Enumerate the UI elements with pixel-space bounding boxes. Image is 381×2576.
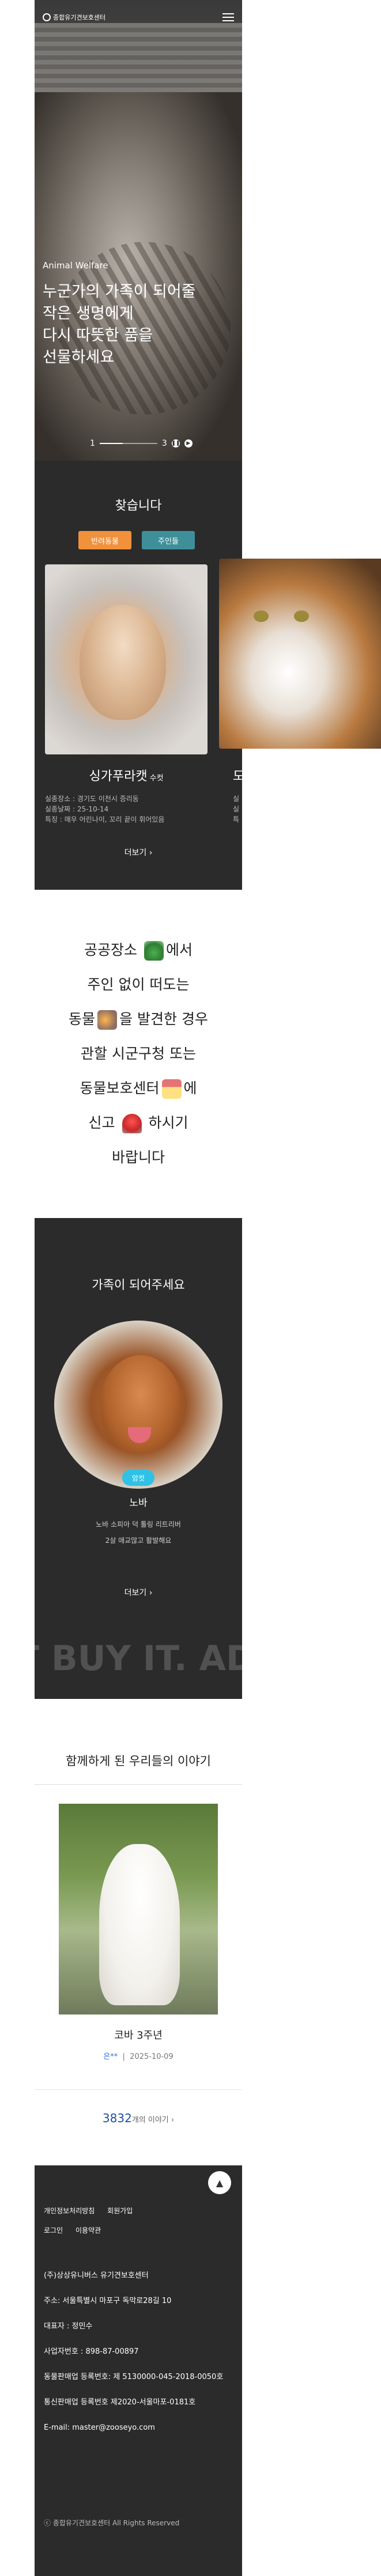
- adopt-desc-line: 2살 애교많고 활발해요: [105, 1537, 172, 1545]
- pause-icon[interactable]: ❚❚: [171, 439, 180, 447]
- story-meta: 은** | 2025-10-09: [35, 2050, 242, 2061]
- notice-text-part: 공공장소: [84, 942, 138, 958]
- notice-text-part: 동물: [69, 1011, 96, 1027]
- story-count-link[interactable]: 3832개의 이야기 ›: [35, 2111, 242, 2125]
- shelter-icon: [161, 1079, 182, 1099]
- cat-eye: [294, 610, 309, 622]
- lost-pet-info: 실종장소 : 경기도 이천시 증리동 실종날짜 : 25-10-14 특징 : …: [45, 794, 208, 825]
- adopt-watermark: T BUY IT. ADO: [35, 1638, 242, 1679]
- lost-pet-name: 싱가푸라캣 수컷: [45, 766, 208, 784]
- lost-pet-photo-next[interactable]: [219, 559, 381, 749]
- pager-current: 1: [90, 439, 95, 448]
- notice-text-part: 하시기: [148, 1114, 188, 1131]
- divider: [35, 2089, 242, 2090]
- lost-pet-info-next: 실 실 특: [233, 794, 244, 825]
- story-date: 2025-10-09: [130, 2053, 173, 2061]
- hamburger-icon[interactable]: [222, 13, 234, 21]
- find-more-link[interactable]: 더보기 ›: [35, 847, 242, 858]
- pager-progress: [99, 443, 157, 444]
- lost-feature: 특징 : 매우 어린나이, 꼬리 끝이 휘어있음: [45, 815, 165, 824]
- lost-pet-name-next: 도: [233, 769, 245, 784]
- story-title[interactable]: 코바 3주년: [35, 2027, 242, 2042]
- adopt-desc-line: 노바 소피아 덕 톨링 리트리버: [96, 1520, 181, 1528]
- company-info: (주)상상유니버스 유기견보호센터 주소: 서울특별시 마포구 독막로28길 1…: [44, 2270, 234, 2448]
- divider: [35, 1784, 242, 1785]
- logo-text: 종합유기견보호센터: [53, 14, 106, 21]
- login-link[interactable]: 로그인: [44, 2226, 63, 2234]
- top-header: 종합유기견보호센터: [35, 0, 242, 35]
- notice-text-part: 에서: [165, 942, 193, 958]
- site-logo[interactable]: 종합유기견보호센터: [43, 13, 105, 22]
- stories-title: 함께하게 된 우리들의 이야기: [66, 1754, 211, 1768]
- scroll-top-icon[interactable]: ▲: [208, 2171, 231, 2194]
- pets-icon: [97, 1010, 118, 1030]
- company-name: (주)상상유니버스 유기견보호센터: [44, 2271, 149, 2280]
- meta-separator: |: [120, 2053, 128, 2061]
- story-photo[interactable]: [59, 1804, 218, 2014]
- notice-text-part: 동물보호센터: [80, 1080, 160, 1097]
- lost-date: 실: [233, 805, 240, 813]
- find-tabs: 반려동물 주인들: [78, 531, 195, 549]
- story-author: 은**: [103, 2053, 118, 2061]
- privacy-link[interactable]: 개인정보처리방침: [44, 2207, 95, 2215]
- kitten-image: [80, 605, 166, 720]
- report-notice: 공공장소 에서 주인 없이 떠도는 동물 을 발견한 경우 관할 시군구청 또는 …: [35, 890, 242, 1218]
- mobile-column: 종합유기견보호센터 Animal Welfare 누군가의 가족이 되어줄 작은…: [35, 0, 381, 2576]
- logo-mark-icon: [43, 13, 51, 21]
- lost-feature: 특: [233, 815, 240, 824]
- hero-pager: 1 3 ❚❚ ▶: [90, 439, 193, 448]
- find-section: 찾습니다 반려동물 주인들 싱가푸라캣 수컷 도 실종장소 : 경기도 이천시 증…: [35, 461, 381, 890]
- pet-gender: 수컷: [149, 774, 164, 783]
- tab-owners[interactable]: 주인들: [142, 531, 195, 549]
- pager-total: 3: [161, 439, 167, 448]
- tab-pets[interactable]: 반려동물: [78, 531, 131, 549]
- adopt-more-link[interactable]: 더보기 ›: [35, 1587, 242, 1598]
- adopt-title: 가족이 되어주세요: [92, 1278, 185, 1292]
- hero-title: 누군가의 가족이 되어줄 작은 생명에게 다시 따뜻한 품을 선물하세요: [43, 283, 196, 366]
- animal-sale-reg: 동물판매업 등록번호: 제 5130000-045-2018-0050호: [44, 2373, 224, 2381]
- lost-date: 실종날짜 : 25-10-14: [45, 805, 109, 813]
- hero-cat-image: [35, 92, 242, 461]
- notice-text-part: 바랍니다: [111, 1149, 165, 1166]
- notice-text: 공공장소 에서 주인 없이 떠도는 동물 을 발견한 경우 관할 시군구청 또는 …: [35, 933, 242, 1175]
- stories-section: 함께하게 된 우리들의 이야기 코바 3주년 은** | 2025-10-09 …: [35, 1699, 242, 2165]
- cat-eye: [254, 610, 269, 622]
- terms-link[interactable]: 이용약관: [76, 2226, 101, 2234]
- hero-tag: Animal Welfare: [43, 260, 108, 271]
- ecommerce-reg: 통신판매업 등록번호 제2020-서울마포-0181호: [44, 2398, 196, 2407]
- footer-links: 개인정보처리방침 회원가입 로그인 이용약관: [44, 2201, 188, 2240]
- lost-place: 실: [233, 795, 240, 803]
- find-title: 찾습니다: [115, 499, 162, 513]
- story-count-label: 개의 이야기 ›: [131, 2116, 175, 2124]
- notice-text-part: 을 발견한 경우: [119, 1011, 208, 1027]
- company-address: 주소: 서울특별시 마포구 독막로28길 10: [44, 2297, 172, 2305]
- park-icon: [144, 941, 164, 961]
- lost-place: 실종장소 : 경기도 이천시 증리동: [45, 795, 139, 803]
- adopt-section: 가족이 되어주세요 암컷 노바 노바 소피아 덕 톨링 리트리버 2살 애교많고…: [35, 1218, 242, 1699]
- story-count: 3832: [102, 2111, 132, 2125]
- business-number: 사업자번호 : 898-87-00897: [44, 2347, 139, 2356]
- company-ceo: 대표자 : 정민수: [44, 2322, 93, 2331]
- page: 종합유기견보호센터 Animal Welfare 누군가의 가족이 되어줄 작은…: [0, 0, 381, 2576]
- siren-icon: [122, 1114, 142, 1133]
- gender-badge: 암컷: [122, 1470, 154, 1486]
- notice-text-part: 신고: [88, 1114, 115, 1131]
- footer: ▲ 개인정보처리방침 회원가입 로그인 이용약관 (주)상상유니버스 유기견보호…: [35, 2165, 242, 2576]
- signup-link[interactable]: 회원가입: [107, 2207, 133, 2215]
- notice-text-part: 에: [183, 1080, 197, 1097]
- samoyed-image: [99, 1844, 180, 2005]
- copyright: ⓒ 종합유기견보호센터 All Rights Reserved: [44, 2519, 180, 2527]
- lost-pet-photo[interactable]: [45, 564, 208, 754]
- notice-text-part: 주인 없이 떠도는: [87, 976, 190, 993]
- hero-banner: 종합유기견보호센터 Animal Welfare 누군가의 가족이 되어줄 작은…: [35, 0, 242, 461]
- adopt-dog-name: 노바: [129, 1497, 148, 1509]
- next-icon[interactable]: ▶: [184, 439, 193, 447]
- pet-name: 싱가푸라캣: [89, 769, 148, 784]
- contact-email[interactable]: E-mail: master@zooseyo.com: [44, 2422, 234, 2434]
- notice-text-part: 관할 시군구청 또는: [81, 1045, 196, 1062]
- adopt-dog-desc: 노바 소피아 덕 톨링 리트리버 2살 애교많고 활발해요: [52, 1516, 225, 1549]
- adopt-dog-photo[interactable]: [54, 1321, 222, 1489]
